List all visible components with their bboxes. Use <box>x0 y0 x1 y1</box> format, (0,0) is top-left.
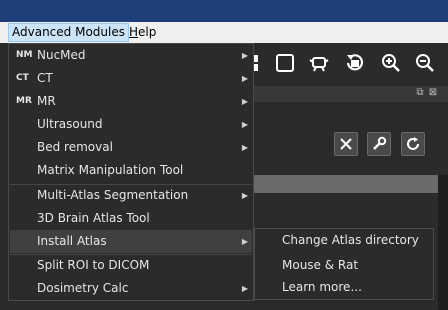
menu-item-matrix-manipulation[interactable]: Matrix Manipulation Tool <box>10 159 252 182</box>
close-icon[interactable]: ⊠ <box>427 87 439 99</box>
menubar: Advanced Modules Help <box>0 22 448 43</box>
toolbar <box>250 43 448 83</box>
zoom-out-icon[interactable] <box>414 52 436 74</box>
menu-item-label: Split ROI to DICOM <box>37 258 150 272</box>
window-titlebar <box>0 0 448 22</box>
menu-item-label: MR <box>37 94 56 108</box>
square-icon[interactable] <box>274 52 296 74</box>
close-button[interactable] <box>334 132 358 156</box>
panel-header: ⧉ ⊠ <box>250 86 448 102</box>
submenu-item-label: Change Atlas directory <box>282 233 419 247</box>
rotate-view-icon[interactable] <box>344 52 366 74</box>
submenu-arrow-icon: ▶ <box>241 51 248 60</box>
submenu-item-label: Mouse & Rat <box>282 258 359 272</box>
refresh-button[interactable] <box>401 132 425 156</box>
menu-item-label: Dosimetry Calc <box>37 281 129 295</box>
nm-tag: NM <box>16 50 33 60</box>
menu-item-nucmed[interactable]: NM NucMed ▶ <box>10 44 252 67</box>
submenu-item-label: Learn more... <box>282 280 362 294</box>
menu-item-label: Ultrasound <box>37 117 103 131</box>
menu-item-split-roi[interactable]: Split ROI to DICOM <box>10 254 252 277</box>
submenu-item-mouse-rat[interactable]: Mouse & Rat <box>256 254 432 277</box>
menu-item-mr[interactable]: MR MR ▶ <box>10 90 252 113</box>
menu-help-rest: elp <box>138 25 157 39</box>
menu-item-ct[interactable]: CT CT ▶ <box>10 67 252 90</box>
submenu-arrow-icon: ▶ <box>241 191 248 200</box>
x-icon <box>340 138 352 150</box>
submenu-arrow-icon: ▶ <box>241 284 248 293</box>
menu-item-install-atlas[interactable]: Install Atlas ▶ <box>10 230 252 253</box>
menu-item-3d-brain-atlas[interactable]: 3D Brain Atlas Tool <box>10 207 252 230</box>
zoom-in-icon[interactable] <box>380 52 402 74</box>
submenu-arrow-icon: ▶ <box>241 237 248 246</box>
submenu-arrow-icon: ▶ <box>241 74 248 83</box>
submenu-item-change-atlas-directory[interactable]: Change Atlas directory <box>256 229 432 252</box>
wrench-icon <box>373 136 387 150</box>
mr-tag: MR <box>16 96 32 106</box>
menu-item-label: Install Atlas <box>37 234 107 248</box>
panel-right-edge <box>438 175 448 310</box>
menu-item-bed-removal[interactable]: Bed removal ▶ <box>10 136 252 159</box>
panel-gray-bar <box>250 175 438 193</box>
robot-icon[interactable] <box>308 52 330 74</box>
menu-item-label: NucMed <box>37 48 86 62</box>
restore-icon[interactable]: ⧉ <box>414 87 426 99</box>
submenu-arrow-icon: ▶ <box>241 143 248 152</box>
submenu-arrow-icon: ▶ <box>241 120 248 129</box>
menu-item-label: Multi-Atlas Segmentation <box>37 188 189 202</box>
ct-tag: CT <box>16 73 29 83</box>
settings-button[interactable] <box>367 132 391 156</box>
menu-item-label: CT <box>37 71 53 85</box>
menu-item-label: 3D Brain Atlas Tool <box>37 211 150 225</box>
menu-item-ultrasound[interactable]: Ultrasound ▶ <box>10 113 252 136</box>
refresh-icon <box>407 137 419 150</box>
menu-item-label: Bed removal <box>37 140 113 154</box>
menu-item-dosimetry-calc[interactable]: Dosimetry Calc ▶ <box>10 277 252 300</box>
menu-item-label: Matrix Manipulation Tool <box>37 163 184 177</box>
menu-help-mnemonic: H <box>129 25 139 39</box>
menu-advanced-modules[interactable]: Advanced Modules <box>8 23 129 42</box>
menu-item-multi-atlas[interactable]: Multi-Atlas Segmentation ▶ <box>10 184 252 207</box>
menu-help[interactable]: Help <box>126 24 159 41</box>
install-atlas-submenu: Change Atlas directory Mouse & Rat Learn… <box>254 228 434 300</box>
advanced-modules-menu: NM NucMed ▶ CT CT ▶ MR MR ▶ Ultrasound ▶… <box>8 43 254 301</box>
submenu-arrow-icon: ▶ <box>241 97 248 106</box>
submenu-item-learn-more[interactable]: Learn more... <box>256 276 432 299</box>
